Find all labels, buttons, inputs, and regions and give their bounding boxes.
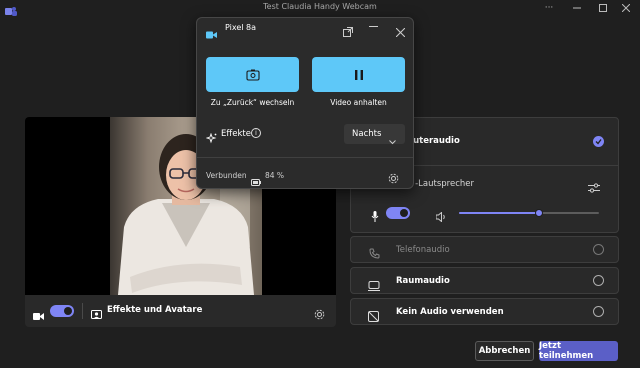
effect-dropdown[interactable]: Nachts <box>344 124 405 145</box>
camera-icon <box>33 306 44 325</box>
close-window-button[interactable] <box>612 0 640 15</box>
speaker-select[interactable]: d -Lautsprecher <box>407 179 474 189</box>
switch-camera-icon <box>245 69 260 81</box>
info-icon[interactable]: i <box>251 128 261 138</box>
effects-label: Effekte <box>221 129 251 139</box>
selected-check-icon <box>593 136 604 147</box>
battery-percent: 84 % <box>265 171 285 180</box>
room-audio-radio[interactable] <box>593 275 604 286</box>
popup-settings-gear-icon[interactable] <box>388 169 399 188</box>
device-name: Pixel 8a <box>225 23 257 32</box>
room-audio-label: Raumaudio <box>396 276 450 286</box>
microphone-icon <box>371 207 379 226</box>
microphone-toggle[interactable] <box>386 207 410 219</box>
audio-settings-sliders-icon[interactable] <box>588 178 600 197</box>
room-audio-icon <box>368 276 380 295</box>
effects-sparkle-icon <box>205 129 217 148</box>
phone-audio-label: Telefonaudio <box>396 245 450 255</box>
phone-icon <box>369 244 380 263</box>
divider <box>82 303 83 319</box>
camera-toggle[interactable] <box>50 305 74 317</box>
minimize-button[interactable] <box>563 0 591 15</box>
join-now-button[interactable]: Jetzt teilnehmen <box>539 341 618 361</box>
phone-audio-option[interactable]: Telefonaudio <box>350 236 619 263</box>
pause-icon <box>354 69 363 80</box>
divider <box>197 157 413 158</box>
cancel-button[interactable]: Abbrechen <box>475 341 534 361</box>
pause-video-label: Video anhalten <box>330 98 387 107</box>
video-settings-gear-icon[interactable] <box>314 305 325 324</box>
no-audio-icon <box>368 307 379 326</box>
device-popup: Pixel 8a Zu „Zurück“ wechseln Video anha… <box>196 17 414 189</box>
effects-avatars-button[interactable]: Effekte und Avatare <box>107 305 202 315</box>
video-camera-icon <box>206 24 217 43</box>
computer-audio-label: puteraudio <box>407 136 460 146</box>
speaker-volume-icon <box>435 207 447 226</box>
no-audio-label: Kein Audio verwenden <box>396 307 504 317</box>
popout-icon[interactable] <box>343 22 353 41</box>
volume-thumb[interactable] <box>534 209 543 217</box>
switch-camera-label: Zu „Zurück“ wechseln <box>210 98 295 107</box>
phone-audio-radio[interactable] <box>593 244 604 255</box>
volume-slider[interactable] <box>459 209 599 217</box>
chevron-down-icon <box>389 130 396 149</box>
room-audio-option[interactable]: Raumaudio <box>350 267 619 294</box>
no-audio-radio[interactable] <box>593 306 604 317</box>
more-options-icon[interactable]: ··· <box>535 0 563 15</box>
popup-minimize-button[interactable] <box>369 26 378 27</box>
no-audio-option[interactable]: Kein Audio verwenden <box>350 298 619 325</box>
effect-selected-value: Nachts <box>352 129 382 139</box>
video-controls-bar: Effekte und Avatare <box>25 295 336 327</box>
switch-camera-button[interactable] <box>206 57 299 92</box>
popup-close-button[interactable] <box>395 22 406 41</box>
volume-fill <box>459 212 539 214</box>
connection-status: Verbunden <box>206 171 247 180</box>
battery-icon <box>251 171 261 190</box>
effects-avatar-icon <box>91 305 102 324</box>
pause-video-button[interactable] <box>312 57 405 92</box>
